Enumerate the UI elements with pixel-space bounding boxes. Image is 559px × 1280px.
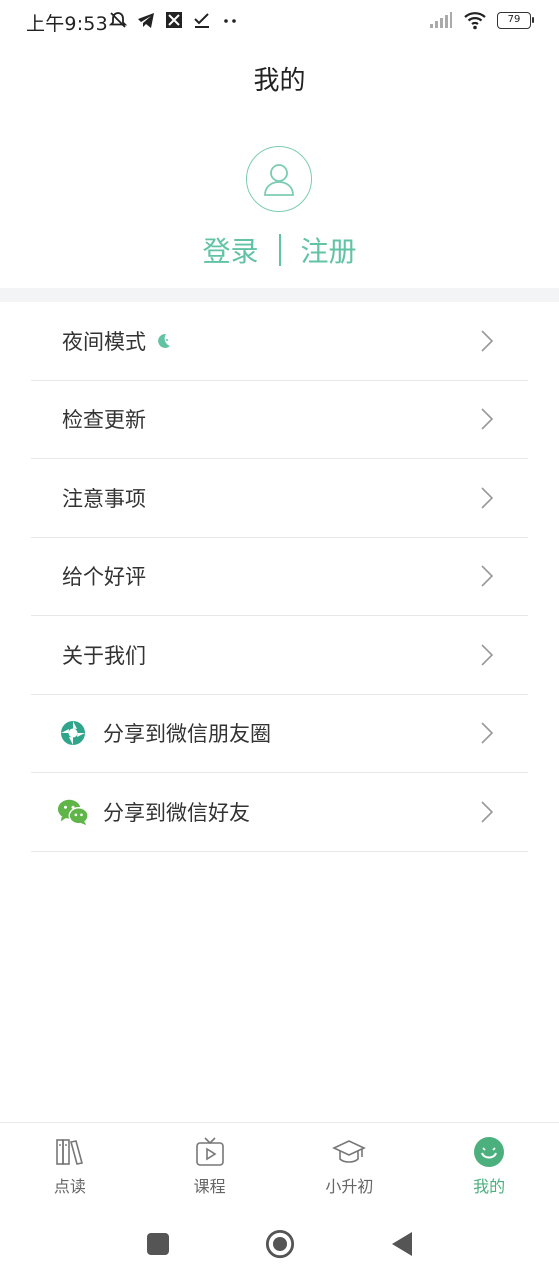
auth-links: 登录 注册 bbox=[0, 230, 559, 270]
books-icon bbox=[53, 1135, 87, 1169]
nav-label: 点读 bbox=[53, 1177, 86, 1196]
menu-item-label: 关于我们 bbox=[62, 643, 146, 668]
chevron-right-icon bbox=[481, 487, 494, 509]
nav-item-dudu[interactable]: 点读 bbox=[0, 1123, 140, 1208]
menu-item-label: 给个好评 bbox=[62, 565, 146, 590]
section-divider bbox=[0, 288, 559, 302]
menu-item-label: 分享到微信朋友圈 bbox=[103, 722, 271, 747]
smile-face-icon bbox=[472, 1135, 506, 1169]
chevron-right-icon bbox=[481, 801, 494, 823]
page-title: 我的 bbox=[253, 66, 306, 96]
auth-divider bbox=[278, 234, 281, 266]
bottom-nav: 点读 课程 小升初 我的 bbox=[0, 1122, 559, 1208]
system-nav-bar bbox=[0, 1208, 559, 1280]
menu-item-share-friend[interactable]: 分享到微信好友 bbox=[31, 773, 528, 852]
register-link[interactable]: 注册 bbox=[301, 230, 357, 270]
menu-item-rate[interactable]: 给个好评 bbox=[31, 538, 528, 616]
nav-item-courses[interactable]: 课程 bbox=[140, 1123, 280, 1208]
telegram-icon bbox=[138, 13, 154, 28]
menu-item-label: 注意事项 bbox=[62, 486, 146, 511]
login-link[interactable]: 登录 bbox=[202, 230, 258, 270]
menu-item-night-mode[interactable]: 夜间模式 bbox=[31, 302, 528, 381]
nav-label: 我的 bbox=[473, 1177, 506, 1196]
menu-item-label: 检查更新 bbox=[62, 408, 146, 433]
signal-icon bbox=[430, 12, 452, 28]
mute-bell-icon bbox=[108, 12, 128, 28]
app-notification-icon bbox=[166, 12, 182, 28]
menu-item-label: 分享到微信好友 bbox=[103, 800, 250, 825]
wechat-icon bbox=[57, 796, 89, 828]
status-bar: 上午9:53 79 bbox=[0, 0, 559, 44]
menu-item-about-us[interactable]: 关于我们 bbox=[31, 616, 528, 695]
settings-menu: 夜间模式 检查更新 注意事项 给个好评 关于我们 分享到微信朋友圈 分享到微信好… bbox=[0, 302, 559, 852]
more-dots-icon bbox=[224, 19, 236, 23]
back-button[interactable] bbox=[387, 1229, 417, 1259]
battery-indicator: 79 bbox=[497, 11, 534, 29]
menu-item-check-update[interactable]: 检查更新 bbox=[31, 381, 528, 459]
home-button[interactable] bbox=[265, 1229, 295, 1259]
nav-item-mine[interactable]: 我的 bbox=[419, 1123, 559, 1208]
chevron-right-icon bbox=[481, 330, 494, 352]
check-download-icon bbox=[194, 13, 209, 28]
recents-button[interactable] bbox=[143, 1229, 173, 1259]
moon-icon bbox=[158, 333, 170, 348]
status-notification-icons bbox=[108, 10, 240, 30]
tv-play-icon bbox=[193, 1135, 227, 1169]
chevron-right-icon bbox=[481, 408, 494, 430]
graduation-cap-icon bbox=[332, 1135, 367, 1169]
wifi-icon bbox=[464, 12, 486, 30]
menu-item-share-moments[interactable]: 分享到微信朋友圈 bbox=[31, 695, 528, 773]
menu-item-notes[interactable]: 注意事项 bbox=[31, 459, 528, 538]
nav-item-xiaoshengchu[interactable]: 小升初 bbox=[280, 1123, 420, 1208]
nav-label: 小升初 bbox=[325, 1177, 374, 1196]
user-avatar-icon bbox=[264, 164, 294, 196]
status-system-icons: 79 bbox=[429, 10, 534, 30]
chevron-right-icon bbox=[481, 565, 494, 587]
nav-label: 课程 bbox=[193, 1177, 226, 1196]
menu-item-label: 夜间模式 bbox=[62, 329, 146, 354]
wechat-moments-icon bbox=[57, 717, 89, 749]
chevron-right-icon bbox=[481, 644, 494, 666]
chevron-right-icon bbox=[481, 722, 494, 744]
avatar[interactable] bbox=[246, 146, 312, 212]
status-time: 上午9:53 bbox=[26, 13, 108, 35]
